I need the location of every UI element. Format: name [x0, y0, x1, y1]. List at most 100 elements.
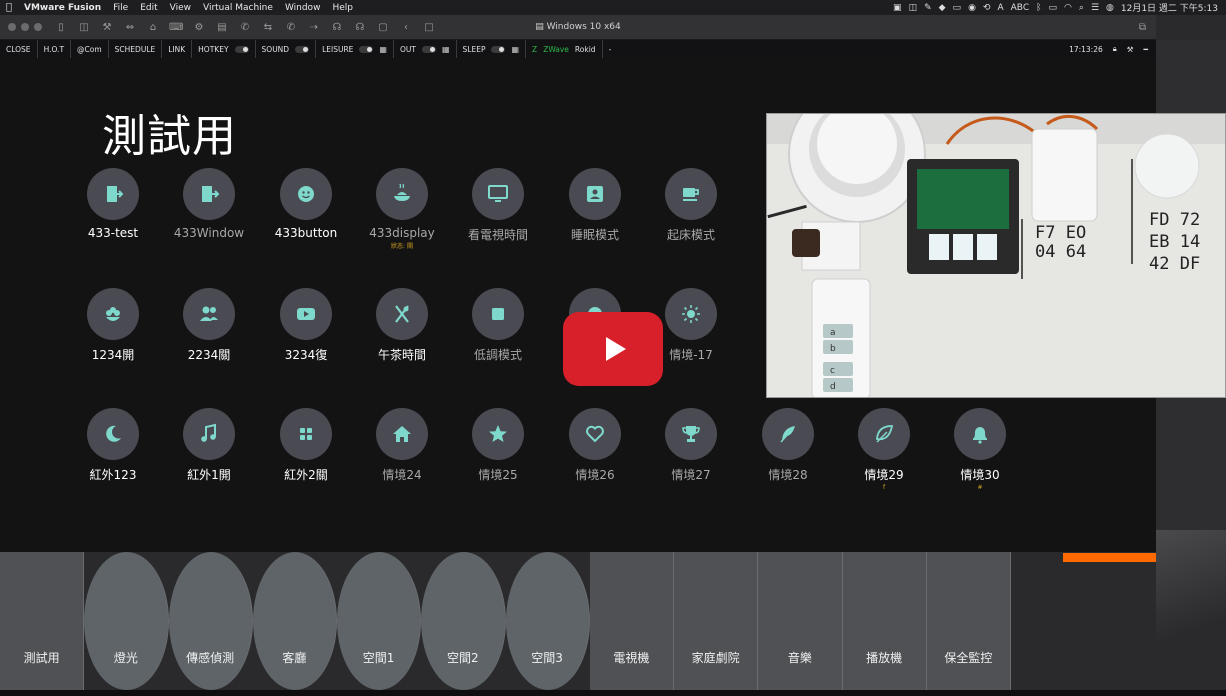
- scene-tile[interactable]: 433button: [258, 168, 354, 248]
- scene-tile[interactable]: 433Window: [161, 168, 257, 248]
- scene-tile[interactable]: 2234關: [161, 288, 257, 371]
- scene-tile-button[interactable]: [280, 288, 332, 340]
- scene-tile[interactable]: 433display 狀态: 關: [354, 168, 450, 250]
- scene-tile[interactable]: 低調模式: [450, 288, 546, 371]
- toolbar-close[interactable]: CLOSE: [0, 40, 38, 58]
- forward-icon[interactable]: ⇢: [307, 22, 321, 33]
- out-calendar-icon[interactable]: ▦: [442, 45, 450, 54]
- minimize-window-button[interactable]: [21, 23, 29, 31]
- scene-tile-button[interactable]: [183, 408, 235, 460]
- scene-tile-button[interactable]: [569, 408, 621, 460]
- dropbox-icon[interactable]: ◆: [939, 3, 946, 13]
- printer-icon[interactable]: ▤: [215, 22, 229, 33]
- room-tab[interactable]: 客廳: [252, 552, 337, 690]
- scene-tile-button[interactable]: [472, 288, 524, 340]
- youtube-play-button[interactable]: [563, 312, 663, 386]
- share-icon[interactable]: ⇆: [261, 22, 275, 33]
- resize-icon[interactable]: ⇔: [123, 22, 137, 33]
- headset-icon[interactable]: ☊: [330, 22, 344, 33]
- scene-tile-button[interactable]: [87, 408, 139, 460]
- menu-edit[interactable]: Edit: [134, 3, 163, 13]
- pen-icon[interactable]: ✎: [924, 3, 932, 13]
- scene-tile[interactable]: 紅外2關: [258, 408, 354, 491]
- library-icon[interactable]: ⧉: [1139, 22, 1146, 33]
- input-source-label[interactable]: ABC: [1011, 3, 1029, 13]
- menu-app-name[interactable]: VMware Fusion: [18, 3, 107, 13]
- pause-icon[interactable]: ▯: [54, 22, 68, 33]
- room-tab[interactable]: 測試用: [0, 552, 85, 690]
- room-tab[interactable]: 燈光: [84, 552, 169, 690]
- scene-tile-button[interactable]: [376, 288, 428, 340]
- search-icon[interactable]: ⌕: [1079, 3, 1084, 13]
- control-center-icon[interactable]: ☰: [1091, 3, 1099, 13]
- sleep-toggle[interactable]: [491, 45, 506, 53]
- room-tab[interactable]: 空間1: [337, 552, 422, 690]
- room-tab[interactable]: 保全監控: [926, 552, 1011, 690]
- close-window-button[interactable]: [8, 23, 16, 31]
- leisure-calendar-icon[interactable]: ▦: [379, 45, 387, 54]
- scene-tile-button[interactable]: [569, 168, 621, 220]
- settings-wrench-icon[interactable]: ⚒: [100, 22, 114, 33]
- scene-tile-button[interactable]: [87, 168, 139, 220]
- disk-icon[interactable]: ⌂: [146, 22, 160, 33]
- scene-tile-button[interactable]: [87, 288, 139, 340]
- zoom-window-button[interactable]: [34, 23, 42, 31]
- out-toggle[interactable]: [421, 45, 436, 53]
- hotkey-toggle[interactable]: [234, 45, 249, 53]
- menu-virtual-machine[interactable]: Virtual Machine: [197, 3, 279, 13]
- menu-file[interactable]: File: [107, 3, 134, 13]
- menu-help[interactable]: Help: [326, 3, 359, 13]
- network-icon[interactable]: ⚙: [192, 22, 206, 33]
- scene-tile-button[interactable]: [280, 168, 332, 220]
- scene-tile-button[interactable]: [858, 408, 910, 460]
- toolbar-zwave[interactable]: Z ZWave Rokid: [526, 40, 603, 58]
- battery-icon[interactable]: ▭: [1049, 3, 1058, 13]
- toolbar-hot[interactable]: H.O.T: [38, 40, 72, 58]
- scene-tile[interactable]: 看電視時間: [450, 168, 546, 251]
- usb-icon[interactable]: ⌨: [169, 22, 183, 33]
- minimize-bar-icon[interactable]: ━: [1143, 45, 1148, 54]
- screen-record-icon[interactable]: ▣: [893, 3, 902, 13]
- scene-tile[interactable]: 睡眠模式: [547, 168, 643, 251]
- sound-toggle[interactable]: [295, 45, 310, 53]
- display-icon[interactable]: ▭: [953, 3, 962, 13]
- toolbar-link[interactable]: LINK: [162, 40, 193, 58]
- back-icon[interactable]: ‹: [399, 22, 413, 33]
- room-tab[interactable]: 傳感偵測: [168, 552, 253, 690]
- toolbar-com[interactable]: @Com: [71, 40, 109, 58]
- scene-tile-button[interactable]: [954, 408, 1006, 460]
- scene-tile-button[interactable]: [183, 288, 235, 340]
- scene-tile[interactable]: 情境25: [450, 408, 546, 491]
- storage-icon[interactable]: ▢: [376, 22, 390, 33]
- phone-icon[interactable]: ✆: [238, 22, 252, 33]
- wifi-icon[interactable]: ◠: [1064, 3, 1072, 13]
- scene-tile-button[interactable]: [472, 168, 524, 220]
- scene-tile[interactable]: 3234復: [258, 288, 354, 371]
- room-tab[interactable]: 家庭劇院: [674, 552, 759, 690]
- room-tab[interactable]: 空間2: [421, 552, 506, 690]
- scene-tile[interactable]: 午茶時間: [354, 288, 450, 371]
- scene-tile-button[interactable]: [376, 408, 428, 460]
- scene-tile[interactable]: 情境27: [643, 408, 739, 491]
- input-source-icon[interactable]: A: [997, 3, 1003, 13]
- scene-tile[interactable]: 紅外123: [65, 408, 161, 491]
- lock-icon[interactable]: 🔒︎: [1113, 44, 1117, 54]
- scene-tile[interactable]: 433-test: [65, 168, 161, 248]
- scene-tile[interactable]: 情境30 #: [932, 408, 1028, 491]
- siri-icon[interactable]: ◍: [1106, 3, 1114, 13]
- scene-tile-button[interactable]: [665, 168, 717, 220]
- menu-window[interactable]: Window: [279, 3, 327, 13]
- video-preview[interactable]: F7 EO 04 64 FD 72 EB 14 42 DF a b c d: [766, 113, 1226, 398]
- apple-icon[interactable]: : [0, 2, 18, 13]
- camera-icon[interactable]: ◫: [909, 3, 918, 13]
- time-machine-icon[interactable]: ⟲: [983, 3, 991, 13]
- scene-tile[interactable]: 起床模式: [643, 168, 739, 251]
- room-tab[interactable]: 音樂: [758, 552, 843, 690]
- scene-tile[interactable]: 情境28: [740, 408, 836, 491]
- record-icon[interactable]: ◉: [968, 3, 976, 13]
- scene-tile[interactable]: 情境26: [547, 408, 643, 491]
- scene-tile[interactable]: 情境29 f: [836, 408, 932, 491]
- headset-2-icon[interactable]: ☊: [353, 22, 367, 33]
- scene-tile-button[interactable]: [472, 408, 524, 460]
- leisure-toggle[interactable]: [359, 45, 374, 53]
